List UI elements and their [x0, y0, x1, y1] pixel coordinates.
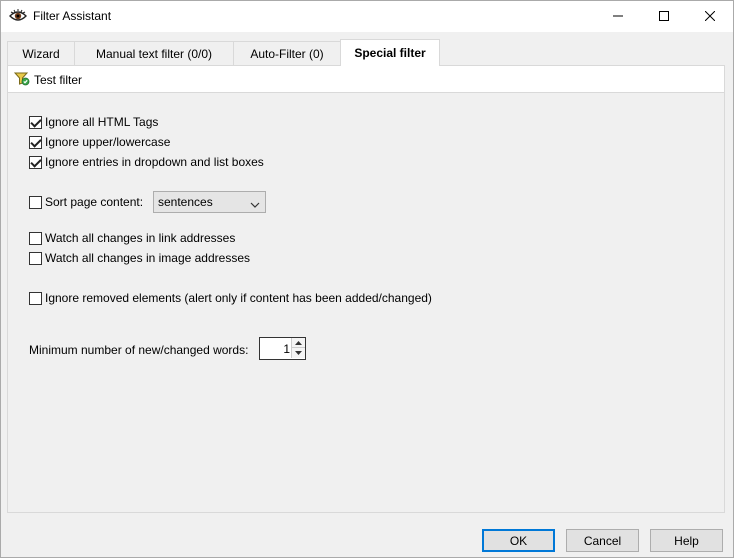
sort-content-option[interactable]: Sort page content: [29, 195, 143, 209]
tab-manual-text-filter[interactable]: Manual text filter (0/0) [74, 41, 234, 65]
help-label: Help [674, 533, 699, 548]
maximize-icon [659, 10, 669, 24]
watch-images-option[interactable]: Watch all changes in image addresses [29, 251, 250, 265]
min-words-stepper[interactable]: 1 [259, 337, 306, 360]
watch-links-option[interactable]: Watch all changes in link addresses [29, 231, 235, 245]
filter-test-icon [13, 71, 30, 89]
min-words-label: Minimum number of new/changed words: [29, 343, 249, 357]
eye-icon [9, 8, 27, 24]
sort-content-checkbox[interactable] [29, 195, 42, 209]
panel-toolbar: Test filter [8, 66, 724, 93]
minimize-button[interactable] [595, 1, 641, 32]
watch-images-checkbox[interactable] [29, 251, 42, 265]
tab-label: Auto-Filter (0) [250, 46, 324, 61]
tab-special-filter[interactable]: Special filter [340, 39, 440, 66]
watch-images-label: Watch all changes in image addresses [45, 251, 250, 265]
tab-label: Special filter [354, 46, 426, 60]
tab-auto-filter[interactable]: Auto-Filter (0) [233, 41, 341, 65]
ignore-html-label: Ignore all HTML Tags [45, 115, 159, 129]
watch-links-checkbox[interactable] [29, 231, 42, 245]
ignore-removed-label: Ignore removed elements (alert only if c… [45, 291, 432, 305]
filter-assistant-window: Filter Assistant Wizard Manual text filt… [0, 0, 734, 558]
help-button[interactable]: Help [650, 529, 723, 552]
chevron-down-icon [250, 198, 260, 212]
spin-down-icon[interactable] [291, 348, 305, 358]
ok-label: OK [509, 533, 528, 548]
tab-label: Wizard [22, 46, 60, 61]
ignore-case-label: Ignore upper/lowercase [45, 135, 171, 149]
sort-mode-value: sentences [158, 195, 213, 209]
test-filter-button[interactable]: Test filter [13, 71, 83, 89]
ignore-removed-checkbox[interactable] [29, 291, 42, 305]
ok-button[interactable]: OK [482, 529, 555, 552]
ignore-removed-option[interactable]: Ignore removed elements (alert only if c… [29, 291, 432, 305]
close-icon [704, 10, 716, 24]
sort-mode-select[interactable]: sentences [153, 191, 266, 213]
close-button[interactable] [687, 1, 733, 32]
ignore-dropdown-checkbox[interactable] [29, 155, 42, 169]
ignore-case-option[interactable]: Ignore upper/lowercase [29, 135, 170, 149]
sort-content-label: Sort page content: [45, 195, 144, 209]
ignore-dropdown-label: Ignore entries in dropdown and list boxe… [45, 155, 264, 169]
watch-links-label: Watch all changes in link addresses [45, 231, 236, 245]
ignore-dropdown-option[interactable]: Ignore entries in dropdown and list boxe… [29, 155, 264, 169]
title-bar: Filter Assistant [1, 1, 733, 32]
minimize-icon [613, 10, 623, 24]
cancel-button[interactable]: Cancel [566, 529, 639, 552]
test-filter-label: Test filter [34, 73, 83, 87]
ignore-case-checkbox[interactable] [29, 135, 42, 149]
cancel-label: Cancel [583, 533, 622, 548]
special-filter-panel: Test filter Ignore all HTML Tags Ignore … [7, 65, 725, 513]
ignore-html-option[interactable]: Ignore all HTML Tags [29, 115, 158, 129]
maximize-button[interactable] [641, 1, 687, 32]
min-words-value[interactable]: 1 [260, 342, 290, 356]
tab-strip: Wizard Manual text filter (0/0) Auto-Fil… [7, 39, 725, 66]
window-title: Filter Assistant [33, 9, 112, 23]
tab-wizard[interactable]: Wizard [7, 41, 75, 65]
ignore-html-checkbox[interactable] [29, 115, 42, 129]
spin-up-icon[interactable] [291, 338, 305, 348]
tab-label: Manual text filter (0/0) [95, 46, 213, 61]
